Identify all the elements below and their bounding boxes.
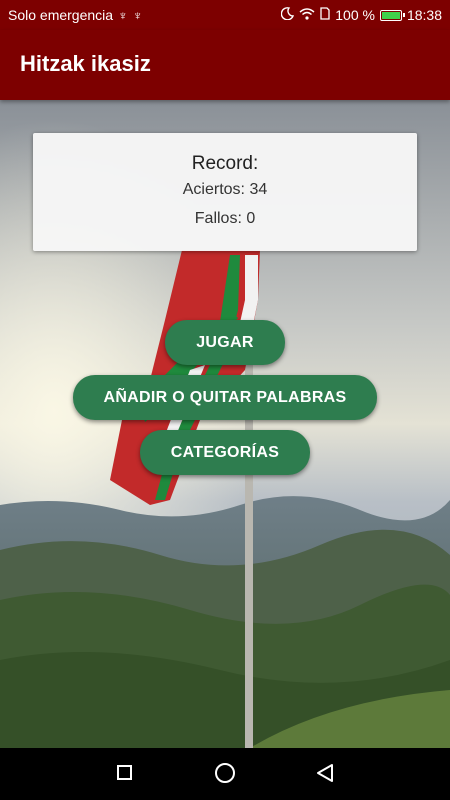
usb-icon: ♆	[132, 7, 143, 23]
categories-button[interactable]: CATEGORÍAS	[140, 430, 310, 475]
back-icon[interactable]	[315, 763, 335, 788]
record-title: Record:	[191, 153, 259, 174]
usb-icon: ♆	[118, 7, 128, 23]
wifi-icon	[299, 7, 315, 23]
carrier-text: Solo emergencia	[8, 7, 114, 23]
app-bar: Hitzak ikasiz	[0, 30, 450, 100]
edit-words-button[interactable]: AÑADIR O QUITAR PALABRAS	[73, 375, 377, 420]
hits-label: Aciertos: 34	[182, 181, 268, 198]
misses-label: Fallos: 0	[194, 210, 256, 227]
moon-icon	[281, 7, 295, 23]
app-title: Hitzak ikasiz	[20, 51, 151, 76]
navigation-bar	[0, 748, 450, 800]
record-card: Record: Aciertos: 34 Fallos: 0	[33, 133, 417, 251]
battery-icon	[379, 9, 405, 21]
status-bar: Solo emergencia ♆ ♆ 100 % 18:38	[0, 0, 450, 30]
sim-icon	[320, 7, 330, 23]
clock: 18:38	[406, 7, 442, 23]
battery-percent: 100 %	[335, 7, 375, 23]
recent-apps-icon[interactable]	[117, 765, 132, 780]
home-icon[interactable]	[215, 763, 235, 783]
play-button[interactable]: JUGAR	[165, 320, 285, 365]
